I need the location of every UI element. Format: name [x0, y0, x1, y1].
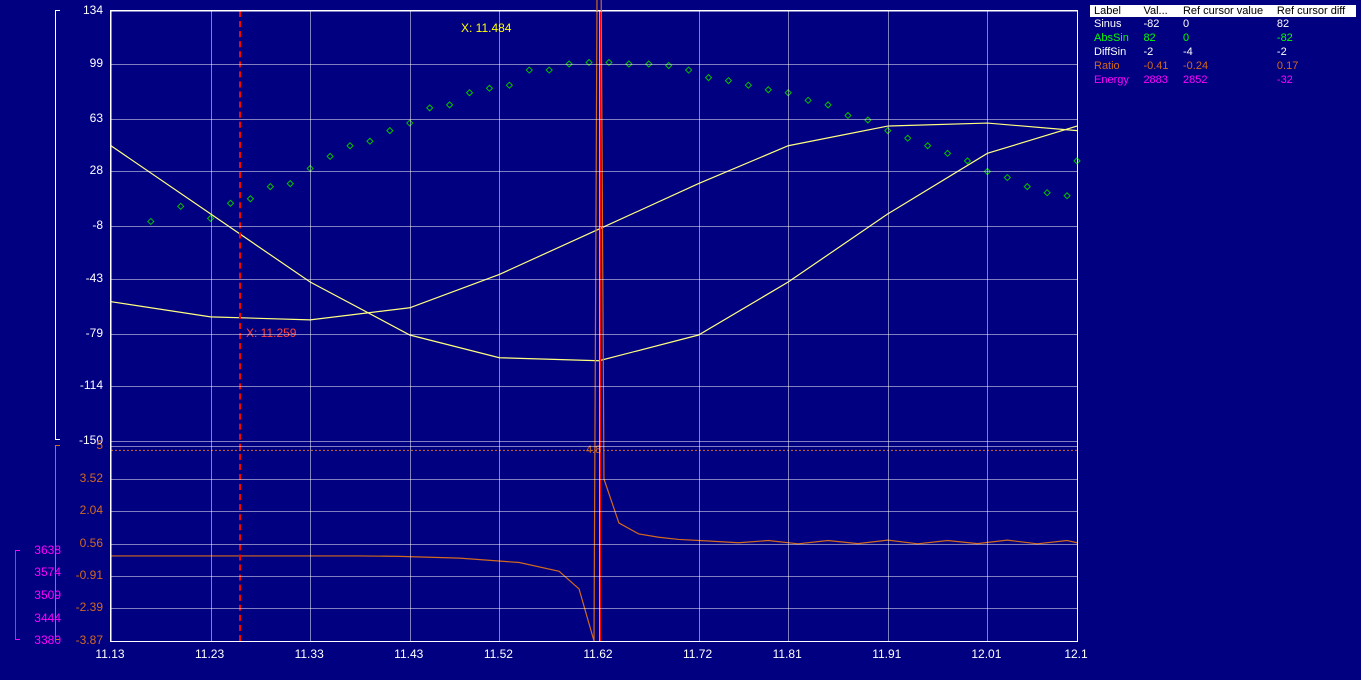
- legend-label: Energy: [1090, 74, 1143, 86]
- x-tick: 11.23: [195, 647, 224, 661]
- cursor-main-label: X: 11.484: [461, 21, 511, 35]
- legend-col-val: Val...: [1143, 5, 1183, 17]
- y-tick-energy: 3444: [21, 611, 61, 625]
- legend-diff: 0.17: [1277, 60, 1356, 72]
- legend-ref: 0: [1183, 32, 1277, 44]
- x-tick: 11.13: [95, 647, 124, 661]
- legend-col-label: Label: [1090, 5, 1143, 17]
- y-tick-ratio: 2.04: [63, 503, 103, 517]
- legend-diff: -2: [1277, 46, 1356, 58]
- y-tick-energy: 3380: [21, 633, 61, 647]
- y-tick-ratio: -0.91: [63, 568, 103, 582]
- x-tick: 12.01: [971, 647, 1001, 661]
- x-tick: 11.72: [683, 647, 712, 661]
- legend-val: 2883: [1143, 74, 1183, 86]
- legend-label: Sinus: [1090, 18, 1143, 30]
- legend-label: DiffSin: [1090, 46, 1143, 58]
- x-tick: 11.52: [484, 647, 513, 661]
- y-tick-main: 28: [63, 163, 103, 177]
- legend-header: Label Val... Ref cursor value Ref cursor…: [1090, 5, 1356, 17]
- y-tick-main: 63: [63, 111, 103, 125]
- legend-label: Ratio: [1090, 60, 1143, 72]
- x-tick: 11.91: [872, 647, 901, 661]
- y-tick-main: 99: [63, 56, 103, 70]
- y-tick-ratio: -2.39: [63, 600, 103, 614]
- legend-ref: 0: [1183, 18, 1277, 30]
- legend-row-energy[interactable]: Energy 2883 2852 -32: [1090, 73, 1356, 87]
- x-tick: 11.81: [773, 647, 802, 661]
- y-tick-energy: 3574: [21, 565, 61, 579]
- x-tick: 11.62: [583, 647, 612, 661]
- legend-val: -0.41: [1143, 60, 1183, 72]
- legend-row-diffsin[interactable]: DiffSin -2 -4 -2: [1090, 45, 1356, 59]
- cursor-ref[interactable]: [239, 11, 241, 641]
- legend-row-ratio[interactable]: Ratio -0.41 -0.24 0.17: [1090, 59, 1356, 73]
- legend-row-abssin[interactable]: AbsSin 82 0 -82: [1090, 31, 1356, 45]
- legend-diff: -32: [1277, 74, 1356, 86]
- legend-panel: Label Val... Ref cursor value Ref cursor…: [1090, 5, 1356, 87]
- y-tick-ratio: 3.52: [63, 471, 103, 485]
- legend-val: -82: [1143, 18, 1183, 30]
- legend-val: 82: [1143, 32, 1183, 44]
- legend-label: AbsSin: [1090, 32, 1143, 44]
- y-tick-ratio: -3.87: [63, 633, 103, 647]
- legend-diff: 82: [1277, 18, 1356, 30]
- plot-area[interactable]: X: 11.484 X: 11.259 4.8: [110, 10, 1078, 642]
- axis-bracket-energy: [15, 550, 20, 640]
- y-tick-main: -114: [63, 378, 103, 392]
- y-tick-main: -43: [63, 271, 103, 285]
- legend-ref: 2852: [1183, 74, 1277, 86]
- legend-ref: -4: [1183, 46, 1277, 58]
- x-tick: 11.33: [295, 647, 324, 661]
- legend-diff: -82: [1277, 32, 1356, 44]
- y-tick-main: -79: [63, 326, 103, 340]
- y-tick-ratio: 5: [63, 438, 103, 452]
- y-tick-main: -8: [63, 218, 103, 232]
- legend-col-ref: Ref cursor value: [1183, 5, 1277, 17]
- y-tick-energy: 3509: [21, 588, 61, 602]
- axis-bracket-main: [55, 10, 60, 440]
- y-tick-ratio: 0.56: [63, 536, 103, 550]
- chart-root: X: 11.484 X: 11.259 4.8 Label Val... Ref…: [0, 0, 1361, 680]
- y-tick-main: 134: [63, 3, 103, 17]
- y-tick-energy: 3638: [21, 543, 61, 557]
- legend-val: -2: [1143, 46, 1183, 58]
- legend-col-diff: Ref cursor diff: [1277, 5, 1356, 17]
- legend-row-sinus[interactable]: Sinus -82 0 82: [1090, 17, 1356, 31]
- x-tick: 12.1: [1064, 647, 1087, 661]
- x-tick: 11.43: [394, 647, 423, 661]
- legend-ref: -0.24: [1183, 60, 1277, 72]
